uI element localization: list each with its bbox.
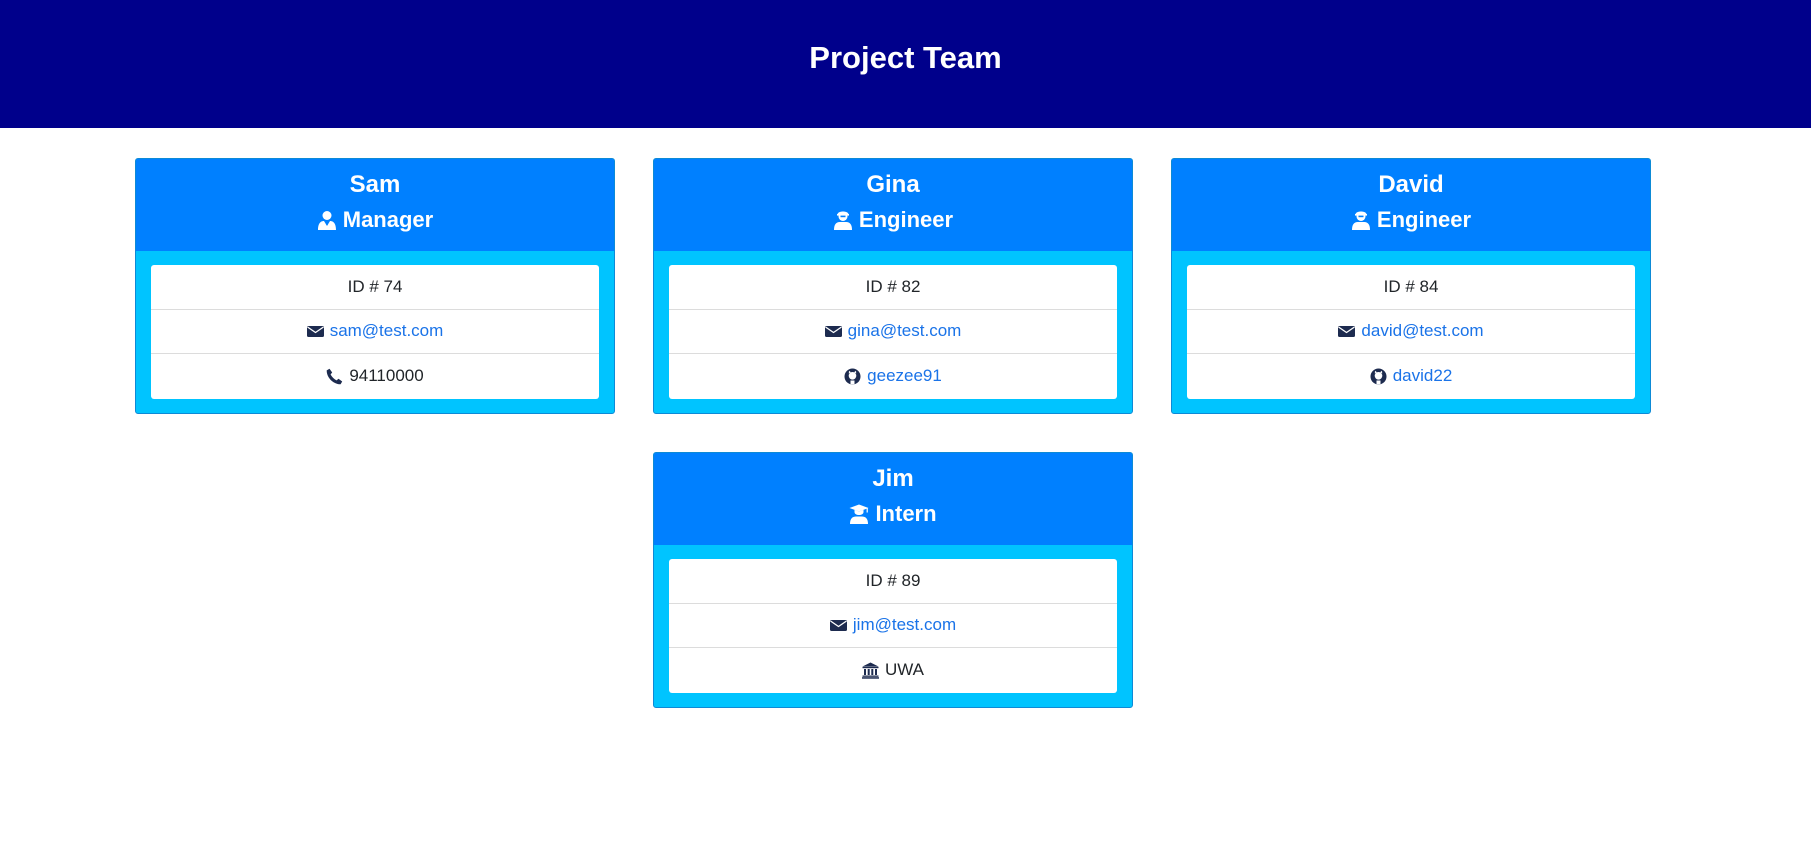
id-text: ID # 82 bbox=[865, 276, 921, 296]
university-icon bbox=[861, 662, 879, 679]
envelope-icon bbox=[829, 617, 847, 634]
employee-email: sam@test.com bbox=[151, 310, 599, 354]
github-link[interactable]: david22 bbox=[1393, 366, 1453, 386]
card-header: David Engineer bbox=[1172, 159, 1650, 251]
envelope-icon bbox=[306, 323, 324, 340]
employee-name: Sam bbox=[349, 171, 401, 198]
phone-icon bbox=[326, 368, 343, 385]
employee-name: David bbox=[1378, 171, 1444, 198]
engineer-icon bbox=[833, 210, 853, 230]
email-link[interactable]: david@test.com bbox=[1361, 321, 1483, 341]
employee-details-list: ID # 74 sam@test.com 94110000 bbox=[151, 265, 599, 399]
employee-id: ID # 84 bbox=[1187, 265, 1635, 310]
role-label: Engineer bbox=[858, 207, 954, 232]
employee-card-gina: Gina Engineer ID # 82 gina@test.com geez… bbox=[653, 158, 1133, 414]
employee-email: jim@test.com bbox=[669, 604, 1117, 648]
employee-name: Jim bbox=[872, 465, 914, 492]
role-label: Intern bbox=[875, 501, 937, 526]
employee-school: UWA bbox=[669, 648, 1117, 693]
employee-github: geezee91 bbox=[669, 354, 1117, 399]
school-name: UWA bbox=[884, 660, 925, 680]
phone-number: 94110000 bbox=[349, 366, 424, 386]
employee-details-list: ID # 82 gina@test.com geezee91 bbox=[669, 265, 1117, 399]
role-label: Engineer bbox=[1376, 207, 1472, 232]
employee-name: Gina bbox=[866, 171, 920, 198]
employee-id: ID # 89 bbox=[669, 559, 1117, 604]
employee-office-phone: 94110000 bbox=[151, 354, 599, 399]
role-label: Manager bbox=[342, 207, 434, 232]
employee-details-list: ID # 89 jim@test.com UWA bbox=[669, 559, 1117, 693]
employee-id: ID # 74 bbox=[151, 265, 599, 310]
page-header: Project Team bbox=[0, 0, 1811, 128]
employee-details-list: ID # 84 david@test.com david22 bbox=[1187, 265, 1635, 399]
email-link[interactable]: gina@test.com bbox=[848, 321, 962, 341]
employee-email: gina@test.com bbox=[669, 310, 1117, 354]
employee-role: Manager bbox=[136, 205, 614, 235]
employee-card-jim: Jim Intern ID # 89 jim@test.com UWA bbox=[653, 452, 1133, 708]
card-header: Jim Intern bbox=[654, 453, 1132, 545]
employee-id: ID # 82 bbox=[669, 265, 1117, 310]
id-text: ID # 89 bbox=[865, 570, 921, 590]
github-icon bbox=[844, 368, 861, 385]
user-tie-icon bbox=[317, 210, 337, 230]
email-link[interactable]: sam@test.com bbox=[330, 321, 444, 341]
envelope-icon bbox=[1338, 323, 1356, 340]
employee-card-sam: Sam Manager ID # 74 sam@test.com 9411000… bbox=[135, 158, 615, 414]
id-text: ID # 84 bbox=[1383, 276, 1439, 296]
employee-role: Intern bbox=[654, 499, 1132, 529]
engineer-icon bbox=[1351, 210, 1371, 230]
employee-role: Engineer bbox=[654, 205, 1132, 235]
email-link[interactable]: jim@test.com bbox=[853, 615, 956, 635]
card-header: Gina Engineer bbox=[654, 159, 1132, 251]
github-icon bbox=[1370, 368, 1387, 385]
github-link[interactable]: geezee91 bbox=[867, 366, 942, 386]
employee-card-david: David Engineer ID # 84 david@test.com da… bbox=[1171, 158, 1651, 414]
employee-role: Engineer bbox=[1172, 205, 1650, 235]
graduate-icon bbox=[849, 504, 869, 524]
envelope-icon bbox=[824, 323, 842, 340]
page-title: Project Team bbox=[809, 40, 1002, 75]
employee-email: david@test.com bbox=[1187, 310, 1635, 354]
card-header: Sam Manager bbox=[136, 159, 614, 251]
id-text: ID # 74 bbox=[347, 276, 403, 296]
employee-github: david22 bbox=[1187, 354, 1635, 399]
